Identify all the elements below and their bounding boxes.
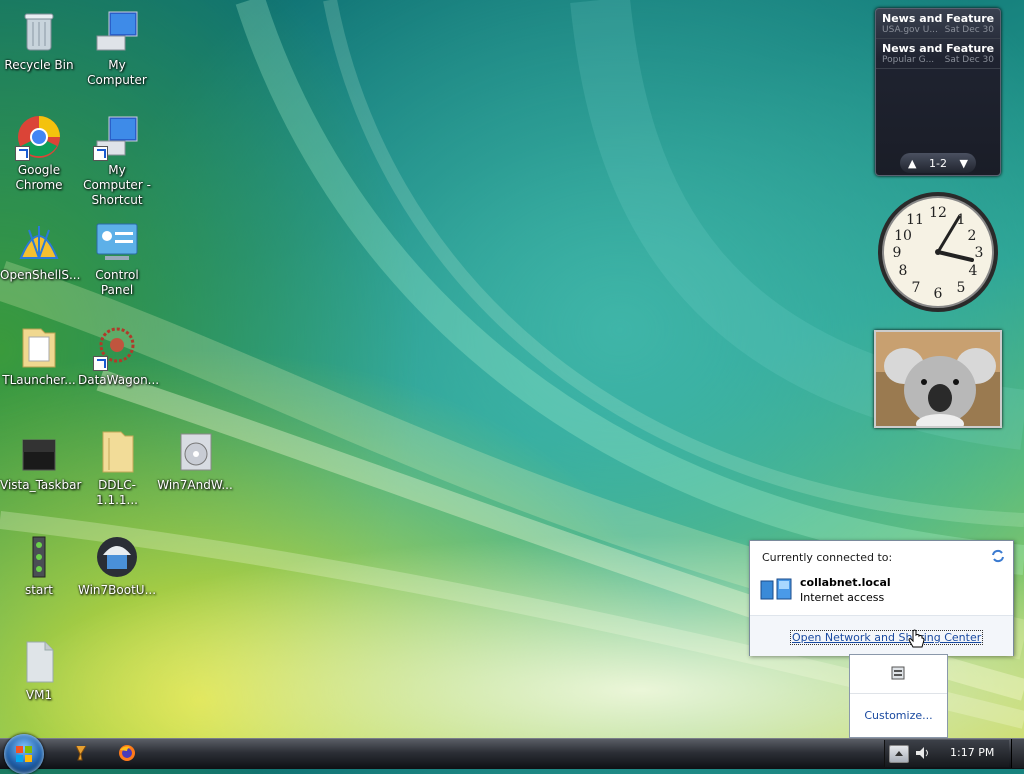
network-name: collabnet.local bbox=[800, 576, 891, 589]
network-access-status: Internet access bbox=[800, 591, 885, 604]
folder-icon bbox=[15, 323, 63, 371]
rss-item-source: Popular G... bbox=[882, 55, 935, 65]
file-icon bbox=[15, 638, 63, 686]
desktop-icon-label: Vista_Taskbar bbox=[0, 478, 82, 492]
desktop-icon-label: OpenShellS... bbox=[0, 268, 81, 282]
svg-text:3: 3 bbox=[975, 245, 984, 261]
desktop-icon-datawagon[interactable]: DataWagon... bbox=[78, 323, 160, 388]
desktop-icon-label: My Computer - Shortcut bbox=[83, 163, 151, 207]
datawagon-icon bbox=[93, 323, 141, 371]
volume-icon[interactable] bbox=[914, 745, 932, 761]
slideshow-gadget[interactable] bbox=[874, 330, 1002, 428]
svg-text:5: 5 bbox=[957, 280, 966, 296]
hand-cursor-icon bbox=[908, 629, 925, 648]
desktop-icon-label: My Computer bbox=[87, 58, 147, 87]
shortcut-arrow-icon bbox=[93, 356, 108, 371]
rss-item[interactable]: News and Feature... Popular G... Sat Dec … bbox=[876, 39, 1000, 69]
firefox-icon[interactable] bbox=[118, 744, 136, 762]
shell-icon bbox=[15, 218, 63, 266]
desktop-icon-vista-taskbar[interactable]: Vista_Taskbar bbox=[0, 428, 82, 493]
windows-logo-icon bbox=[16, 746, 32, 762]
svg-text:4: 4 bbox=[969, 263, 978, 279]
rss-item-title: News and Features f... bbox=[882, 12, 994, 25]
koala-photo bbox=[876, 332, 1000, 426]
svg-text:9: 9 bbox=[893, 245, 902, 261]
desktop-icon-label: start bbox=[25, 583, 53, 597]
disc-archive-icon bbox=[171, 428, 219, 476]
recycle-bin-icon bbox=[15, 8, 63, 56]
network-icon bbox=[760, 578, 792, 600]
desktop-icon-openshell[interactable]: OpenShellS... bbox=[0, 218, 81, 283]
svg-text:2: 2 bbox=[968, 228, 977, 244]
computer-icon bbox=[93, 113, 141, 161]
desktop-icon-label: Recycle Bin bbox=[4, 58, 74, 72]
desktop-icon-label: Control Panel bbox=[95, 268, 139, 297]
start-button[interactable] bbox=[4, 734, 44, 774]
shortcut-arrow-icon bbox=[15, 146, 30, 161]
taskbar-clock[interactable]: 1:17 PM bbox=[950, 746, 994, 759]
svg-text:6: 6 bbox=[934, 286, 943, 302]
chevron-up-icon[interactable]: ▲ bbox=[908, 157, 916, 170]
rss-item-source: USA.gov U... bbox=[882, 25, 938, 35]
rss-item-title: News and Feature... bbox=[882, 42, 994, 55]
folder-icon bbox=[93, 428, 141, 476]
customize-link[interactable]: Customize... bbox=[850, 709, 947, 722]
desktop-icon-label: Google Chrome bbox=[15, 163, 63, 192]
rss-item-date: Sat Dec 30 bbox=[944, 55, 994, 65]
desktop-icon-google-chrome[interactable]: Google Chrome bbox=[0, 113, 78, 193]
desktop-icon-tlauncher[interactable]: TLauncher... bbox=[0, 323, 78, 388]
desktop-icon-label: TLauncher... bbox=[2, 373, 76, 387]
desktop-icon-win7bootu[interactable]: Win7BootU... bbox=[78, 533, 156, 598]
refresh-icon[interactable] bbox=[990, 549, 1006, 563]
taskbar-file-icon bbox=[15, 428, 63, 476]
installer-icon bbox=[93, 533, 141, 581]
svg-text:12: 12 bbox=[929, 205, 947, 221]
open-network-sharing-center-link[interactable]: Open Network and Sharing Center bbox=[790, 630, 984, 645]
desktop-icon-vm1[interactable]: VM1 bbox=[0, 638, 78, 703]
control-panel-icon bbox=[93, 218, 141, 266]
popup-heading: Currently connected to: bbox=[762, 551, 893, 564]
svg-text:7: 7 bbox=[912, 280, 921, 296]
desktop-icon-start[interactable]: start bbox=[0, 533, 78, 598]
rss-feed-gadget[interactable]: News and Features f... USA.gov U... Sat D… bbox=[875, 8, 1001, 176]
desktop-icon-label: VM1 bbox=[25, 688, 53, 702]
network-status-popup: Currently connected to: collabnet.local … bbox=[749, 540, 1014, 656]
taskbar bbox=[0, 738, 1024, 769]
desktop-icon-ddlc[interactable]: DDLC-1.1.1... bbox=[78, 428, 156, 508]
desktop-icon-label: Win7BootU... bbox=[78, 583, 157, 597]
rss-pager: ▲ 1-2 ▼ bbox=[900, 153, 976, 173]
desktop-icon-label: DDLC-1.1.1... bbox=[96, 478, 138, 507]
chrome-icon bbox=[15, 113, 63, 161]
rss-item-date: Sat Dec 30 bbox=[944, 25, 994, 35]
desktop-icon-recycle-bin[interactable]: Recycle Bin bbox=[0, 8, 78, 73]
desktop-icon-my-computer-shortcut[interactable]: My Computer - Shortcut bbox=[78, 113, 156, 208]
desktop-icon-label: Win7AndW... bbox=[157, 478, 233, 492]
clock-gadget[interactable]: 12 1 2 345 678 9 10 11 bbox=[876, 190, 1000, 314]
computer-icon bbox=[93, 8, 141, 56]
desktop-icon-win7andw[interactable]: Win7AndW... bbox=[156, 428, 234, 493]
tray-app-icon[interactable] bbox=[890, 665, 906, 681]
rss-item[interactable]: News and Features f... USA.gov U... Sat D… bbox=[876, 9, 1000, 39]
svg-text:10: 10 bbox=[894, 228, 912, 244]
chevron-up-icon bbox=[895, 751, 903, 756]
desktop-icon-label: DataWagon... bbox=[78, 373, 160, 387]
chevron-down-icon[interactable]: ▼ bbox=[960, 157, 968, 170]
rss-page-label: 1-2 bbox=[929, 156, 947, 170]
svg-text:8: 8 bbox=[899, 263, 908, 279]
paint-tool-icon[interactable] bbox=[72, 744, 90, 762]
desktop-icon-my-computer[interactable]: My Computer bbox=[78, 8, 156, 88]
shortcut-arrow-icon bbox=[93, 146, 108, 161]
svg-text:11: 11 bbox=[906, 212, 924, 228]
show-hidden-icons-button[interactable] bbox=[889, 745, 909, 763]
desktop-icon-control-panel[interactable]: Control Panel bbox=[78, 218, 156, 298]
tray-overflow-panel: Customize... bbox=[849, 654, 948, 738]
show-desktop-button[interactable] bbox=[1011, 739, 1024, 768]
batch-file-icon bbox=[15, 533, 63, 581]
